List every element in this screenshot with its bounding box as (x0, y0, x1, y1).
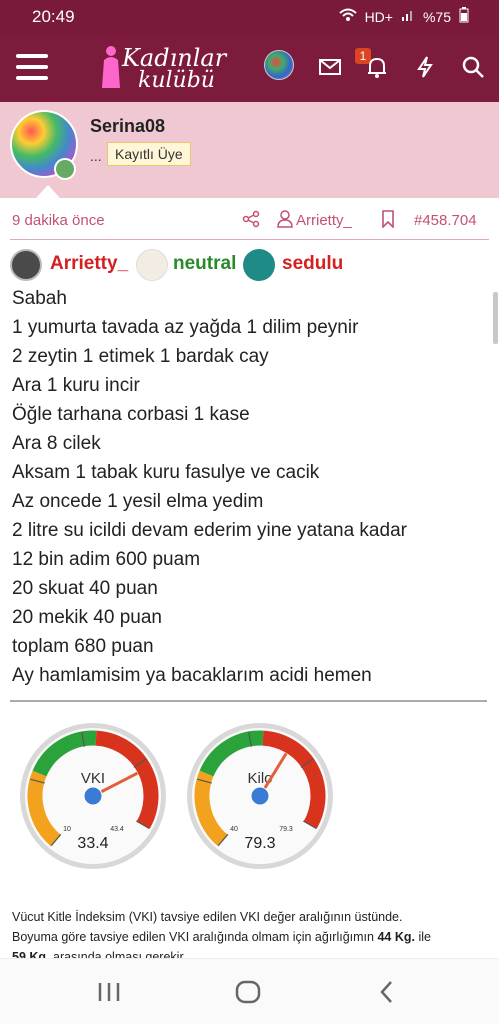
post-body: Sabah 1 yumurta tavada az yağda 1 dilim … (12, 284, 482, 690)
post-time[interactable]: 9 dakika önce (12, 212, 105, 229)
gauge-hub (250, 786, 270, 806)
post-author-link[interactable]: Arrietty_ (296, 212, 352, 229)
post-line: Az oncede 1 yesil elma yedim (12, 491, 264, 512)
recent-apps-icon[interactable] (95, 979, 123, 1005)
post-line: 2 zeytin 1 etimek 1 bardak cay (12, 346, 269, 367)
bookmark-icon[interactable] (381, 210, 395, 228)
gauge-max-label: 43.4 (110, 826, 124, 833)
post-line: 12 bin adim 600 puam (12, 549, 201, 570)
post-line: 20 mekik 40 puan (12, 607, 162, 628)
menu-icon[interactable] (16, 54, 48, 80)
logo-figure-icon (102, 46, 120, 88)
signal-icon (401, 8, 415, 25)
post-line: Sabah (12, 288, 67, 309)
scrollbar[interactable] (493, 292, 498, 344)
gauge-min-label: 40 (230, 826, 238, 833)
online-status-icon (54, 158, 76, 180)
user-avatar-icon[interactable] (264, 50, 294, 80)
mention-avatar[interactable] (243, 249, 275, 281)
gauge-hub (83, 786, 103, 806)
author-username[interactable]: Serina08 (90, 116, 165, 137)
bmi-gauge: VKI 10 43.4 33.4 (18, 720, 168, 872)
status-time: 20:49 (32, 7, 75, 26)
share-icon[interactable] (242, 210, 260, 228)
post-line: 1 yumurta tavada az yağda 1 dilim peynir (12, 317, 359, 338)
mention-name[interactable]: sedulu (282, 253, 343, 275)
mention-avatar[interactable] (10, 249, 42, 281)
gauge-title: VKI (81, 770, 105, 787)
post-meta: 9 dakika önce Arrietty_ #458.704 (0, 198, 499, 240)
search-icon[interactable] (460, 54, 486, 80)
app-header: Kadınlar kulübü 1 (0, 34, 499, 102)
card-notch (36, 185, 60, 198)
post-line: Ay hamlamisim ya bacaklarım acidi hemen (12, 665, 372, 686)
back-icon[interactable] (374, 979, 402, 1005)
divider (10, 239, 489, 240)
wifi-icon (338, 8, 357, 25)
post-line: 2 litre su icildi devam ederim yine yata… (12, 520, 407, 541)
post-author-card: Serina08 ... Kayıtlı Üye (0, 102, 499, 198)
system-nav-bar (0, 958, 499, 1024)
battery-icon (459, 7, 469, 26)
mention-name[interactable]: neutral (173, 253, 236, 275)
post-line: 20 skuat 40 puan (12, 578, 158, 599)
mention-name[interactable]: Arrietty_ (50, 253, 128, 275)
battery-percent: %75 (422, 8, 451, 25)
post-line: Öğle tarhana corbasi 1 kase (12, 404, 250, 425)
status-indicators: HD+ %75 (338, 7, 469, 26)
author-prefix: ... (90, 148, 102, 164)
gauge-max-label: 79.3 (279, 826, 293, 833)
post-line: Aksam 1 tabak kuru fasulye ve cacik (12, 462, 320, 483)
user-icon (277, 210, 293, 228)
bell-icon[interactable] (364, 54, 390, 80)
lightning-icon[interactable] (412, 54, 438, 80)
mention-avatar[interactable] (136, 249, 168, 281)
logo-line2: kulübü (138, 68, 215, 93)
footnote-line2: Boyuma göre tavsiye edilen VKI aralığınd… (12, 930, 431, 944)
mail-icon[interactable] (317, 54, 343, 80)
gauge-min-label: 10 (63, 826, 71, 833)
footnote-line1: Vücut Kitle İndeksim (VKI) tavsiye edile… (12, 910, 403, 924)
home-icon[interactable] (234, 979, 262, 1005)
post-number[interactable]: #458.704 (414, 212, 477, 229)
site-logo[interactable]: Kadınlar kulübü (100, 42, 240, 98)
role-badge: Kayıtlı Üye (107, 142, 191, 166)
weight-gauge: Kilo 40 79.3 79.3 (185, 720, 335, 872)
gauge-value: 33.4 (77, 835, 108, 852)
network-type: HD+ (364, 8, 393, 25)
status-bar: 20:49 HD+ %75 (0, 0, 499, 34)
signature-divider (10, 700, 487, 702)
post-line: Ara 8 cilek (12, 433, 101, 454)
post-line: toplam 680 puan (12, 636, 154, 657)
post-line: Ara 1 kuru incir (12, 375, 140, 396)
gauge-value: 79.3 (244, 835, 275, 852)
mentions-row: Arrietty_ neutral sedulu (10, 248, 490, 282)
